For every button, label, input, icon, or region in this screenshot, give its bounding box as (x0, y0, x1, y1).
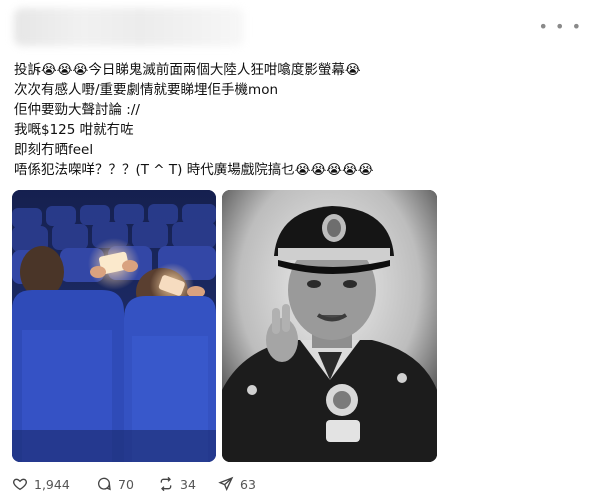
share-count: 63 (240, 476, 256, 492)
repost-button[interactable]: 34 (158, 476, 196, 492)
share-button[interactable]: 63 (218, 476, 256, 492)
post-line: 我嘅$125 咁就冇咗 (14, 122, 134, 138)
heart-icon (13, 478, 27, 491)
blurred-author-info (14, 8, 244, 46)
post-line: 次次有感人嘢/重要劇情就要睇埋佢手機mon (14, 82, 279, 98)
comment-button[interactable]: 70 (96, 476, 134, 492)
share-icon (218, 476, 234, 491)
more-options-icon[interactable]: • • • (539, 19, 582, 35)
cinema-photo-graphic (12, 190, 216, 462)
post-text: 投訴😭😭😭今日睇鬼滅前面兩個大陸人狂咁噏度影螢幕😭 次次有感人嘢/重要劇情就要睇… (14, 60, 584, 180)
officer-photo-graphic (222, 190, 437, 462)
post-actions-bar: 1,944 70 34 63 (12, 476, 312, 496)
repost-icon (160, 476, 172, 492)
cinema-audience-photo[interactable] (12, 190, 216, 462)
repost-count: 34 (180, 476, 196, 492)
comment-count: 70 (118, 476, 134, 492)
threads-post: • • • 投訴😭😭😭今日睇鬼滅前面兩個大陸人狂咁噏度影螢幕😭 次次有感人嘢/重… (0, 0, 600, 496)
officer-reaction-photo[interactable] (222, 190, 437, 462)
post-media (12, 190, 442, 462)
post-line: 佢仲要勁大聲討論 :// (14, 102, 140, 118)
like-count: 1,944 (34, 476, 70, 492)
post-line: 投訴😭😭😭今日睇鬼滅前面兩個大陸人狂咁噏度影螢幕😭 (14, 62, 361, 78)
post-line: 唔係犯法㗎咩？？？(T ^ T) 時代廣場戲院搞乜😭😭😭😭😭 (14, 162, 374, 178)
post-header: • • • (12, 8, 592, 48)
like-button[interactable]: 1,944 (12, 476, 70, 492)
post-line: 即刻冇晒feel (14, 142, 94, 158)
comment-icon (98, 477, 111, 491)
